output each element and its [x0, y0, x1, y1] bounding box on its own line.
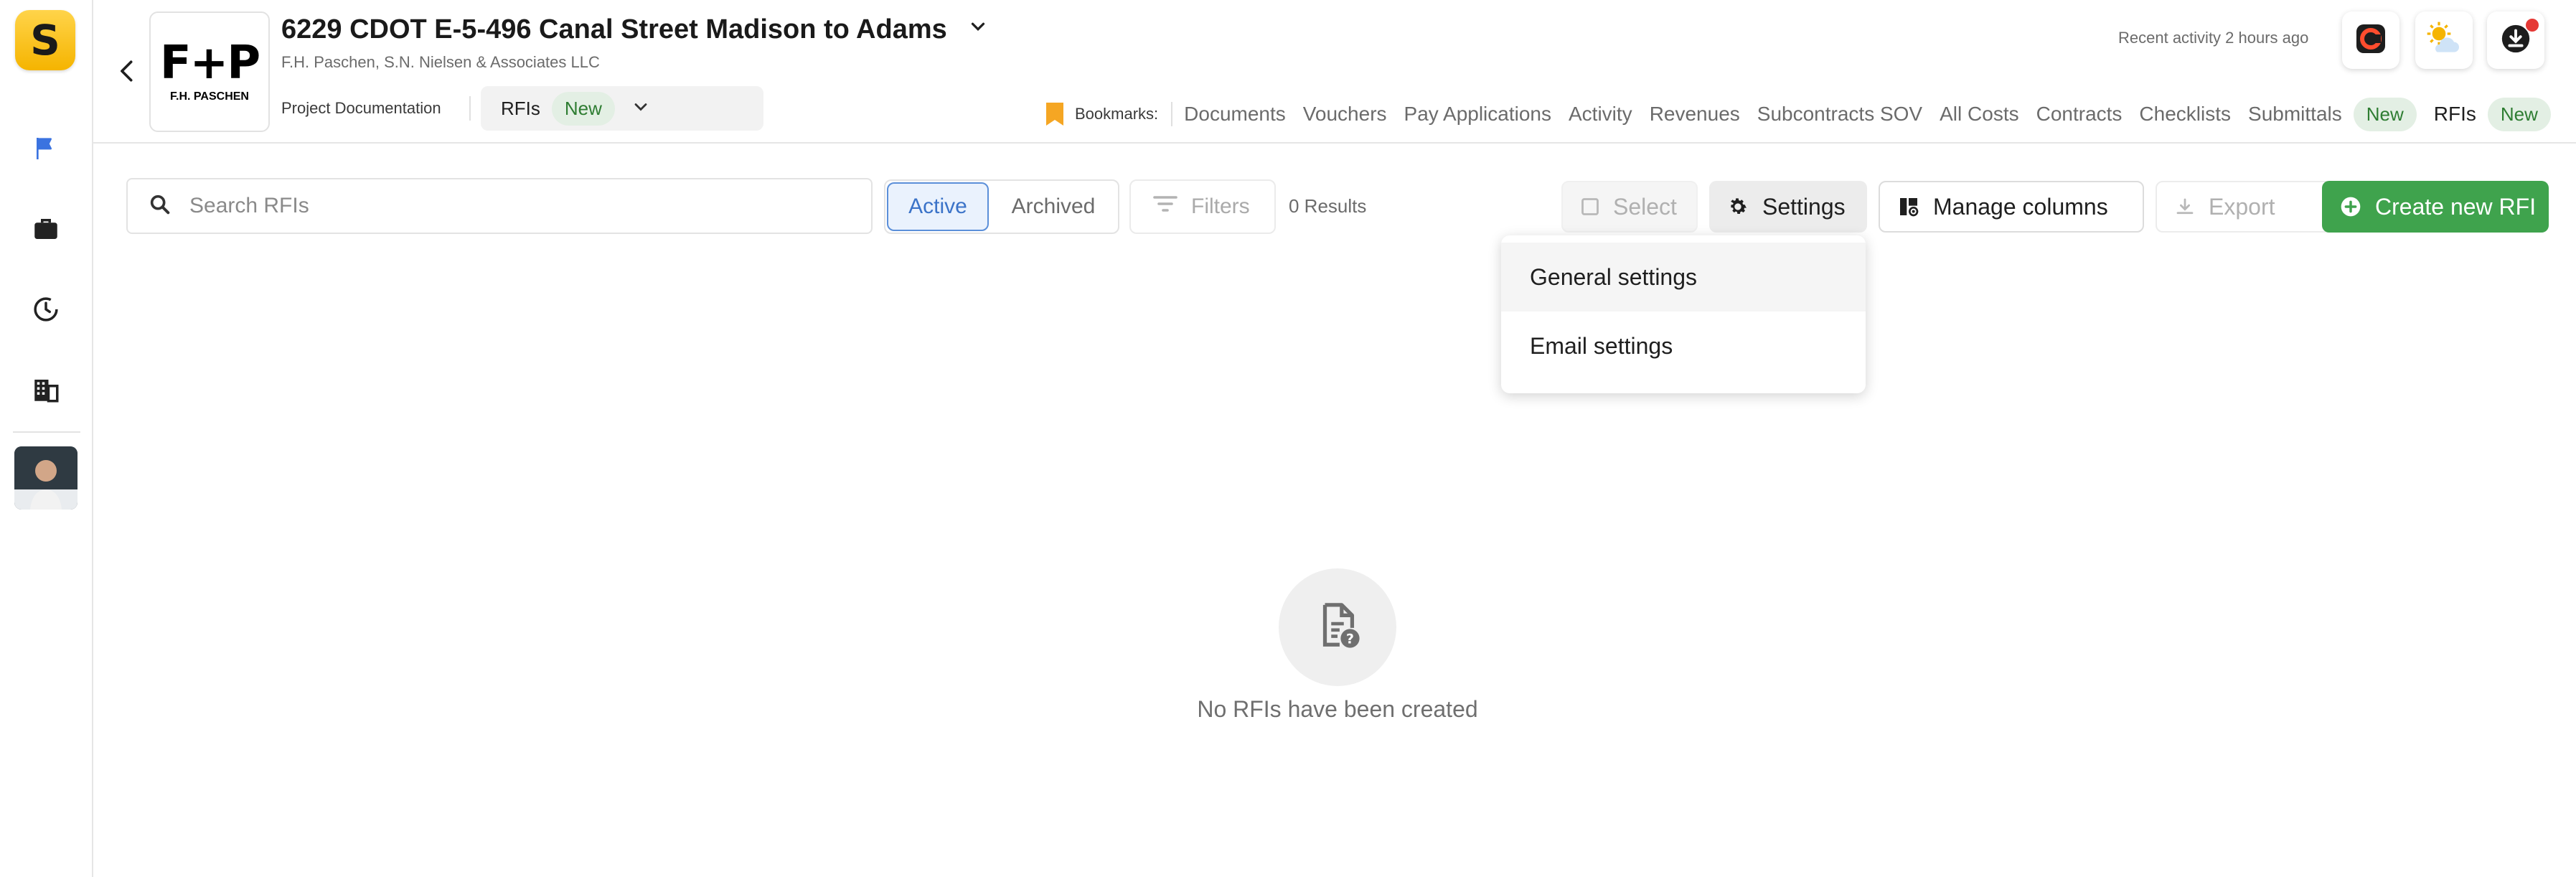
empty-state-message: No RFIs have been created: [1197, 696, 1478, 722]
project-company: F.H. Paschen, S.N. Nielsen & Associates …: [281, 53, 600, 71]
module-label: RFIs: [501, 97, 540, 119]
create-rfi-label: Create new RFI: [2375, 193, 2537, 220]
new-badge: New: [551, 91, 615, 126]
weather-icon: [2424, 19, 2464, 62]
manage-columns-label: Manage columns: [1933, 193, 2108, 220]
project-switch-chevron-icon[interactable]: [967, 16, 989, 41]
history-icon[interactable]: [28, 291, 64, 327]
bookmark-checklists[interactable]: Checklists: [2139, 103, 2231, 126]
settings-menu: General settings Email settings: [1501, 235, 1866, 393]
tab-active[interactable]: Active: [887, 182, 989, 231]
status-toggle: Active Archived: [884, 179, 1119, 234]
left-rail: S: [0, 0, 93, 877]
bookmark-rfis[interactable]: RFIs: [2434, 103, 2476, 126]
search-icon: [148, 192, 172, 220]
empty-state-illustration: ?: [1279, 568, 1396, 686]
bookmark-submittals[interactable]: Submittals: [2248, 103, 2342, 126]
document-question-icon: ?: [1312, 601, 1363, 655]
search-box[interactable]: [126, 178, 873, 234]
chevron-down-icon: [631, 97, 651, 121]
create-rfi-button[interactable]: Create new RFI: [2322, 181, 2549, 233]
settings-button[interactable]: Settings: [1709, 181, 1867, 233]
app-brand-icon: [2354, 22, 2388, 60]
module-switcher[interactable]: RFIs New: [481, 86, 763, 131]
export-button[interactable]: Export: [2156, 181, 2333, 233]
bookmark-icon: [1045, 101, 1065, 127]
checkbox-icon: [1580, 197, 1600, 217]
gear-icon: [1726, 195, 1749, 218]
new-badge: New: [2487, 97, 2551, 131]
new-badge: New: [2353, 97, 2417, 131]
divider: [1171, 102, 1173, 126]
bookmark-all-costs[interactable]: All Costs: [1940, 103, 2018, 126]
building-icon[interactable]: [28, 372, 64, 408]
tab-archived[interactable]: Archived: [989, 182, 1118, 231]
app-root: S F+P F.H. PASCHEN 6229 CDOT E-5-496 Can…: [0, 0, 2576, 877]
bookmark-subcontracts-sov[interactable]: Subcontracts SOV: [1757, 103, 1922, 126]
section-label: Project Documentation: [281, 99, 441, 117]
settings-label: Settings: [1762, 193, 1846, 220]
plus-circle-icon: [2339, 195, 2362, 218]
search-input[interactable]: [189, 194, 835, 218]
filters-button[interactable]: Filters: [1129, 179, 1276, 234]
menu-item-general-settings[interactable]: General settings: [1501, 243, 1866, 311]
app-logo[interactable]: S: [15, 10, 75, 70]
recent-activity[interactable]: Recent activity 2 hours ago: [2118, 29, 2308, 47]
select-label: Select: [1613, 193, 1677, 220]
app-launcher-button[interactable]: [2342, 11, 2399, 69]
export-label: Export: [2209, 193, 2275, 220]
notification-dot: [2526, 19, 2539, 32]
bookmarks-bar: Bookmarks: Documents Vouchers Pay Applic…: [1045, 96, 2551, 132]
project-logo: F+P F.H. PASCHEN: [149, 11, 270, 132]
project-title[interactable]: 6229 CDOT E-5-496 Canal Street Madison t…: [281, 14, 947, 45]
flag-icon[interactable]: [28, 131, 64, 167]
weather-button[interactable]: [2415, 11, 2473, 69]
bookmark-contracts[interactable]: Contracts: [2036, 103, 2123, 126]
rail-divider: [13, 431, 80, 433]
bookmark-revenues[interactable]: Revenues: [1650, 103, 1740, 126]
bookmark-pay-applications[interactable]: Pay Applications: [1404, 103, 1551, 126]
svg-text:?: ?: [1346, 631, 1354, 647]
user-avatar[interactable]: [14, 446, 77, 510]
download-icon: [2174, 196, 2196, 217]
briefcase-icon[interactable]: [28, 211, 64, 247]
filters-label: Filters: [1191, 194, 1250, 218]
bookmarks-label: Bookmarks:: [1075, 105, 1159, 123]
results-count: 0 Results: [1289, 195, 1367, 217]
downloads-button[interactable]: [2487, 11, 2544, 69]
divider: [469, 96, 471, 121]
manage-columns-button[interactable]: Manage columns: [1879, 181, 2144, 233]
bookmark-documents[interactable]: Documents: [1184, 103, 1286, 126]
project-header: F+P F.H. PASCHEN 6229 CDOT E-5-496 Canal…: [93, 0, 2576, 144]
filter-icon: [1152, 193, 1178, 220]
select-button[interactable]: Select: [1561, 181, 1698, 233]
back-arrow-icon[interactable]: [109, 53, 145, 89]
bookmark-vouchers[interactable]: Vouchers: [1303, 103, 1387, 126]
bookmark-activity[interactable]: Activity: [1569, 103, 1632, 126]
menu-item-email-settings[interactable]: Email settings: [1501, 311, 1866, 380]
columns-icon: [1897, 195, 1920, 218]
